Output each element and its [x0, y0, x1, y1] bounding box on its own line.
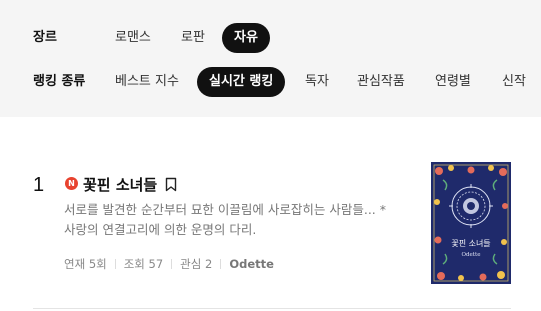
ranking-chip-age[interactable]: 연령별	[435, 67, 471, 97]
work-title[interactable]: 꽃핀 소녀들	[83, 174, 157, 195]
ranking-type-label: 랭킹 종류	[33, 74, 86, 89]
genre-chip-romance[interactable]: 로맨스	[115, 23, 151, 53]
genre-chip-free[interactable]: 자유	[222, 23, 270, 53]
work-meta: 연재 5회 조회 57 관심 2 Odette	[64, 256, 274, 272]
serial-count: 연재 5회	[64, 257, 107, 271]
meta-divider	[171, 259, 173, 269]
ranking-chip-interest[interactable]: 관심작품	[357, 67, 405, 97]
ranking-chip-realtime[interactable]: 실시간 랭킹	[197, 67, 286, 97]
book-cover-image[interactable]: 꽃핀 소녀들 Odette	[431, 162, 511, 284]
meta-divider	[220, 259, 222, 269]
genre-label: 장르	[33, 30, 57, 45]
cover-author: Odette	[462, 252, 481, 258]
work-description-line1: 서로를 발견한 순간부터 묘한 이끌림에 사로잡히는 사람들... *	[64, 202, 386, 217]
cover-title: 꽃핀 소녀들	[451, 239, 490, 248]
ranking-chip-readers[interactable]: 독자	[305, 67, 329, 97]
filter-panel: 장르 로맨스 로판 자유 랭킹 종류 베스트 지수 실시간 랭킹 독자 관심작품…	[0, 0, 541, 117]
genre-chip-rofan[interactable]: 로판	[181, 23, 205, 53]
work-description-line2: 사랑의 연결고리에 의한 운명의 다리.	[64, 222, 257, 237]
author-name[interactable]: Odette	[229, 257, 274, 271]
genre-filter-row: 장르 로맨스 로판 자유	[0, 23, 541, 53]
bookmark-icon[interactable]	[164, 177, 178, 192]
view-count: 조회 57	[123, 257, 164, 271]
new-badge-icon: N	[65, 177, 78, 190]
list-divider	[33, 308, 511, 309]
book-cover-art: 꽃핀 소녀들 Odette	[431, 162, 511, 284]
rank-number: 1	[33, 174, 45, 196]
ranking-chip-new[interactable]: 신작	[502, 67, 526, 97]
ranking-chip-best-index[interactable]: 베스트 지수	[115, 67, 179, 97]
interest-count: 관심 2	[180, 257, 213, 271]
ranking-type-row: 랭킹 종류 베스트 지수 실시간 랭킹 독자 관심작품 연령별 신작	[0, 67, 541, 97]
meta-divider	[114, 259, 116, 269]
